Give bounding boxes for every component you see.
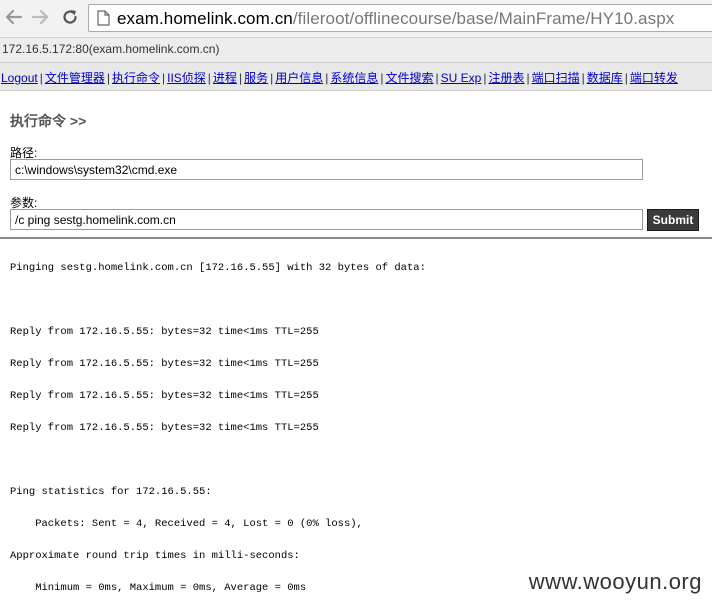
menu-separator: | [106, 71, 110, 85]
menu-item[interactable]: 系统信息 [330, 71, 378, 85]
menu-item[interactable]: 进程 [213, 71, 237, 85]
back-arrow-icon[interactable] [4, 6, 24, 28]
menu-separator: | [435, 71, 439, 85]
menu-separator: | [483, 71, 487, 85]
menu-separator: | [39, 71, 43, 85]
address-bar[interactable]: exam.homelink.com.cn/fileroot/offlinecou… [88, 4, 712, 32]
panel-title: 执行命令 >> [10, 113, 87, 129]
menu-item[interactable]: IIS侦探 [167, 71, 206, 85]
output-line: Pinging sestg.homelink.com.cn [172.16.5.… [10, 262, 426, 274]
output-line: Reply from 172.16.5.55: bytes=32 time<1m… [10, 422, 319, 434]
menu-item[interactable]: 服务 [244, 71, 268, 85]
menu-items: Logout | 文件管理器 | 执行命令 | IIS侦探 | 进程 | 服务 | 用户信息 | 系统信息 |… [1, 69, 678, 86]
menu-separator: | [526, 71, 530, 85]
args-input[interactable] [10, 209, 643, 230]
forward-arrow-icon[interactable] [30, 6, 50, 28]
menu-item[interactable]: SU Exp [441, 71, 482, 85]
menu-separator: | [238, 71, 243, 85]
menu-separator: | [581, 71, 585, 85]
menu-item[interactable]: 文件搜索 [385, 71, 433, 85]
path-input[interactable] [10, 159, 643, 180]
menu-separator: | [207, 71, 211, 85]
menu-separator: | [325, 71, 329, 85]
menu-item[interactable]: 用户信息 [275, 71, 323, 85]
server-info-bar: 172.16.5.172:80(exam.homelink.com.cn) [0, 37, 712, 63]
menu-bar: Logout | 文件管理器 | 执行命令 | IIS侦探 | 进程 | 服务 | 用户信息 | 系统信息 |… [0, 63, 712, 91]
output-line: Approximate round trip times in milli-se… [10, 550, 300, 562]
menu-item[interactable]: 注册表 [488, 71, 524, 85]
browser-toolbar: exam.homelink.com.cn/fileroot/offlinecou… [0, 0, 712, 37]
menu-item[interactable]: 文件管理器 [45, 71, 105, 85]
watermark: www.wooyun.org [528, 569, 702, 594]
menu-item[interactable]: Logout [1, 71, 38, 85]
server-info: 172.16.5.172:80(exam.homelink.com.cn) [2, 42, 220, 56]
output-line: Reply from 172.16.5.55: bytes=32 time<1m… [10, 326, 319, 338]
output-line: Ping statistics for 172.16.5.55: [10, 486, 212, 498]
menu-item[interactable]: 执行命令 [112, 71, 160, 85]
menu-separator: | [624, 71, 628, 85]
output-line: Reply from 172.16.5.55: bytes=32 time<1m… [10, 390, 319, 402]
reload-icon[interactable] [60, 6, 80, 28]
menu-item[interactable]: 端口扫描 [532, 71, 580, 85]
url-text: exam.homelink.com.cn/fileroot/offlinecou… [117, 9, 675, 28]
output-line: Minimum = 0ms, Maximum = 0ms, Average = … [10, 582, 307, 594]
output-line: Packets: Sent = 4, Received = 4, Lost = … [10, 518, 363, 530]
menu-separator: | [270, 71, 274, 85]
submit-button[interactable]: Submit [647, 209, 699, 231]
menu-separator: | [161, 71, 166, 85]
output-line: Reply from 172.16.5.55: bytes=32 time<1m… [10, 358, 319, 370]
divider [0, 237, 712, 239]
menu-separator: | [380, 71, 384, 85]
menu-item[interactable]: 端口转发 [630, 71, 678, 85]
menu-item[interactable]: 数据库 [587, 71, 623, 85]
page-icon [97, 10, 110, 31]
